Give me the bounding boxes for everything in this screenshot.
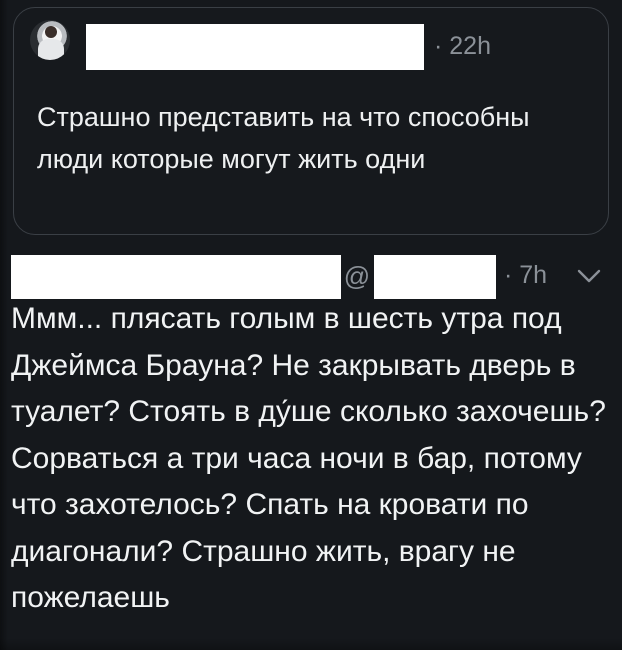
- left-edge-shadow: [0, 0, 8, 650]
- chevron-down-icon[interactable]: [576, 265, 602, 285]
- redacted-reply-handle: [374, 255, 496, 299]
- avatar[interactable]: [30, 20, 70, 60]
- reply-handle-at-sign: @: [343, 261, 371, 291]
- quoted-tweet-time[interactable]: · 22h: [434, 31, 491, 61]
- reply-tweet-time[interactable]: · 7h: [504, 259, 547, 291]
- reply-tweet-text: Ммм... плясать голым в шесть утра под Дж…: [11, 302, 606, 614]
- avatar-head: [45, 26, 57, 38]
- avatar-shirt: [38, 39, 64, 60]
- quoted-tweet-text: Страшно представить на что способны люди…: [37, 102, 530, 174]
- redacted-reply-display-name: [11, 255, 341, 299]
- bottom-edge-shadow: [0, 638, 622, 650]
- redacted-quoted-username: [86, 24, 424, 70]
